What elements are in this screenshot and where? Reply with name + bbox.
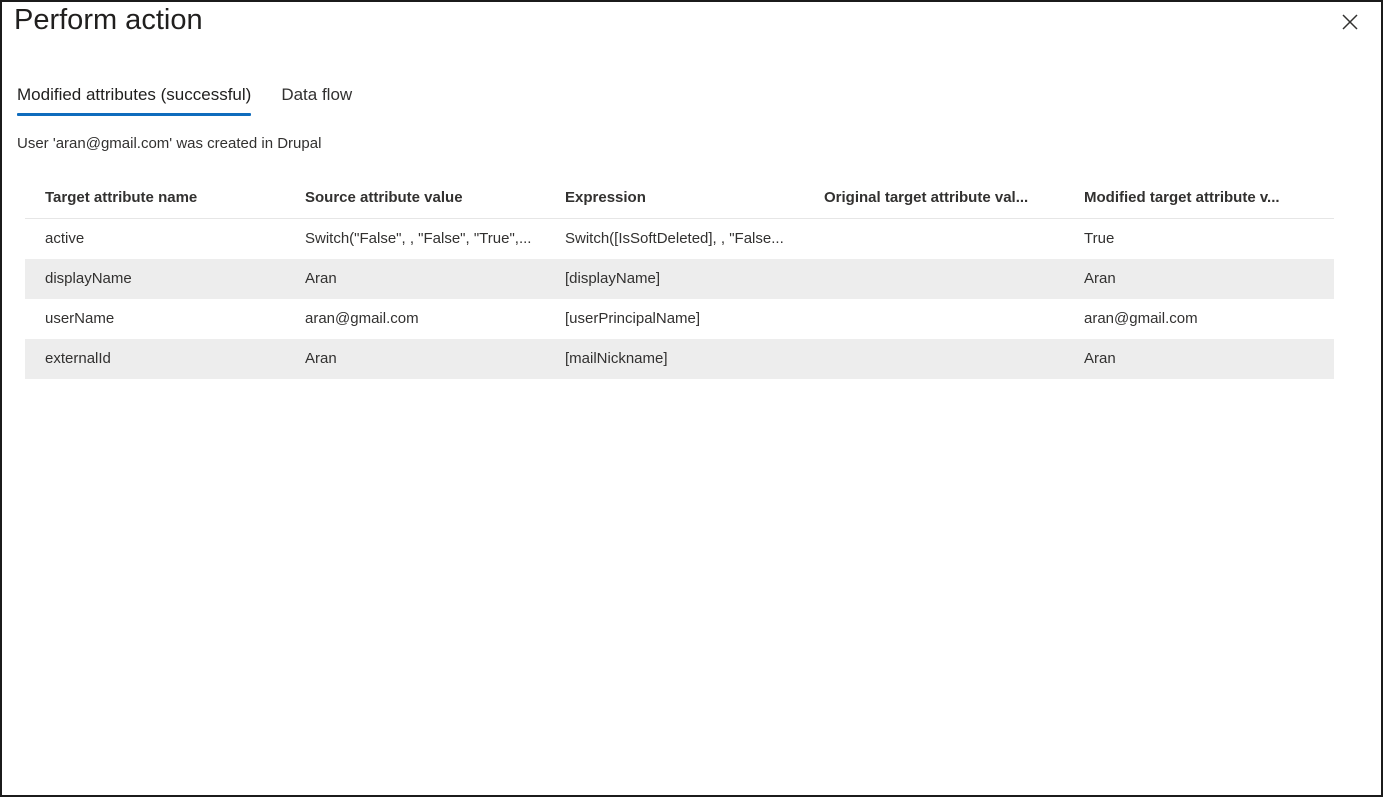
table-row[interactable]: externalId Aran [mailNickname] Aran (25, 339, 1334, 379)
table-row[interactable]: active Switch("False", , "False", "True"… (25, 219, 1334, 259)
close-button[interactable] (1338, 10, 1362, 34)
cell-expression: [userPrincipalName] (565, 310, 701, 327)
table-row[interactable]: userName aran@gmail.com [userPrincipalNa… (25, 299, 1334, 339)
dialog-title: Perform action (14, 4, 203, 36)
cell-expression: Switch([IsSoftDeleted], , "False... (565, 230, 784, 247)
column-header-expression[interactable]: Expression (545, 188, 804, 208)
cell-target-attribute-name: displayName (45, 270, 132, 287)
close-icon (1342, 14, 1358, 30)
column-header-target-attribute-name[interactable]: Target attribute name (25, 188, 285, 208)
cell-target-attribute-name: userName (45, 310, 115, 327)
cell-modified-target-attribute-value: True (1084, 230, 1115, 247)
cell-modified-target-attribute-value: aran@gmail.com (1084, 310, 1198, 327)
column-header-source-attribute-value[interactable]: Source attribute value (285, 188, 545, 208)
table-row[interactable]: displayName Aran [displayName] Aran (25, 259, 1334, 299)
cell-source-attribute-value: aran@gmail.com (305, 310, 419, 327)
cell-source-attribute-value: Switch("False", , "False", "True",... (305, 230, 532, 247)
table-header-row: Target attribute name Source attribute v… (25, 177, 1334, 219)
cell-target-attribute-name: active (45, 230, 85, 247)
column-header-original-target-attribute-value[interactable]: Original target attribute val... (804, 188, 1064, 208)
cell-expression: [mailNickname] (565, 350, 668, 367)
tab-data-flow[interactable]: Data flow (281, 82, 352, 116)
tab-list: Modified attributes (successful) Data fl… (17, 82, 352, 118)
perform-action-dialog: Perform action Modified attributes (succ… (0, 0, 1383, 797)
status-message: User 'aran@gmail.com' was created in Dru… (17, 135, 322, 152)
cell-expression: [displayName] (565, 270, 661, 287)
tab-modified-attributes[interactable]: Modified attributes (successful) (17, 82, 252, 116)
cell-target-attribute-name: externalId (45, 350, 111, 367)
cell-source-attribute-value: Aran (305, 270, 337, 287)
attributes-table: Target attribute name Source attribute v… (25, 177, 1334, 379)
column-header-modified-target-attribute-value[interactable]: Modified target attribute v... (1064, 188, 1334, 208)
cell-source-attribute-value: Aran (305, 350, 337, 367)
cell-modified-target-attribute-value: Aran (1084, 350, 1116, 367)
cell-modified-target-attribute-value: Aran (1084, 270, 1116, 287)
